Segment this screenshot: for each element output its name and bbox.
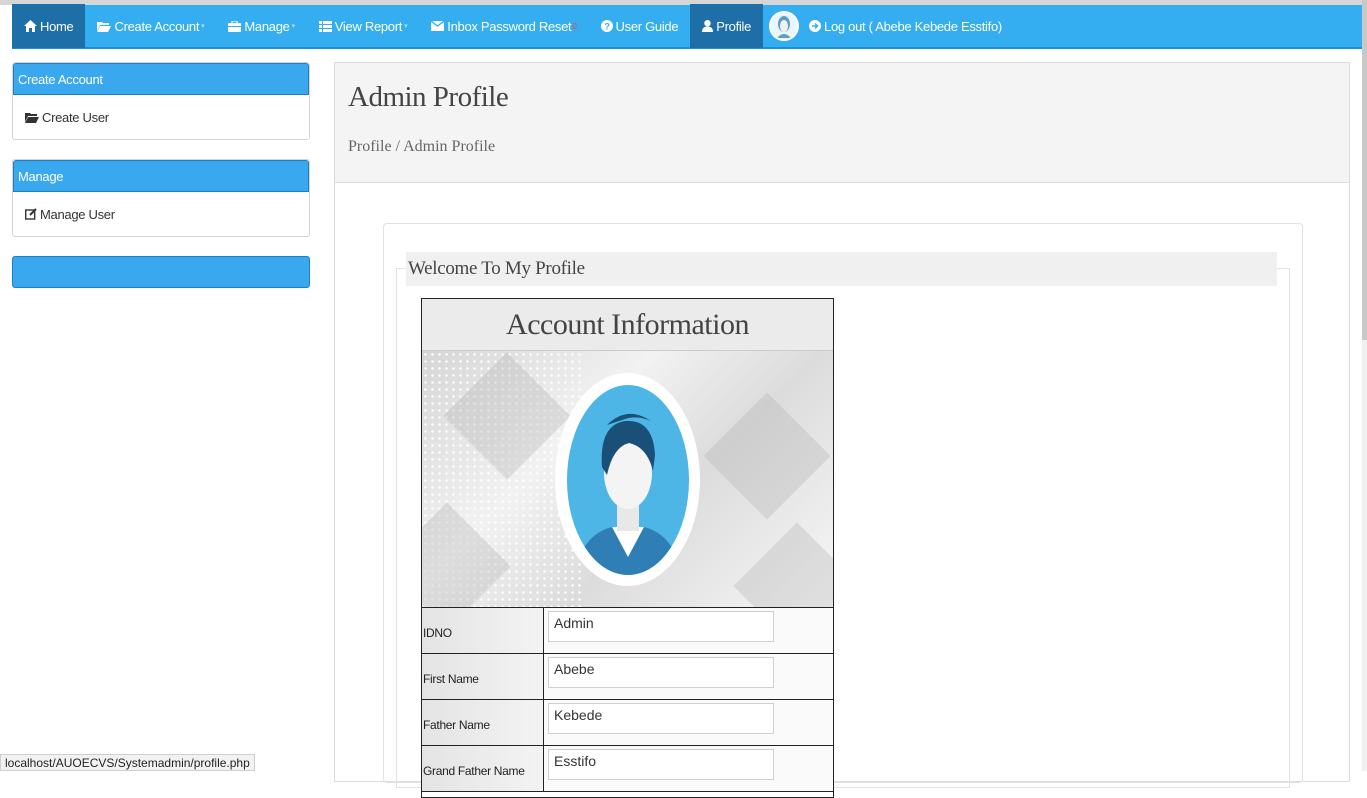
page-title: Admin Profile — [348, 81, 509, 113]
sidebar-item-label: Manage User — [40, 206, 115, 222]
question-circle-icon: ? — [600, 20, 613, 32]
nav-user-guide[interactable]: ? User Guide — [589, 4, 691, 48]
page-scrollbar[interactable] — [1362, 0, 1367, 771]
nav-create-account-label: Create Account — [114, 18, 200, 34]
svg-text:?: ? — [604, 22, 609, 32]
diamond-decoration — [703, 392, 831, 520]
briefcase-icon — [228, 20, 242, 32]
chevron-down-icon: ▾ — [201, 23, 205, 30]
diamond-decoration — [733, 522, 833, 607]
folder-open-icon — [97, 21, 112, 32]
field-label: First Name — [422, 654, 544, 699]
main-content: Admin Profile Profile / Admin Profile We… — [334, 62, 1350, 798]
edit-icon — [25, 208, 37, 220]
envelope-icon — [431, 21, 445, 31]
profile-photo-cell — [422, 351, 833, 608]
user-icon — [702, 20, 714, 32]
logout-icon — [809, 20, 822, 32]
idno-field[interactable] — [548, 611, 774, 642]
chevron-down-icon: ▾ — [404, 23, 408, 30]
sidebar-panel-create-account: Create Account Create User — [12, 62, 310, 140]
avatar[interactable] — [769, 11, 800, 41]
profile-photo — [555, 373, 700, 586]
status-bar-url: localhost/AUOECVS/Systemadmin/profile.ph… — [0, 754, 255, 771]
table-row: Grand Father Name — [422, 746, 833, 792]
table-row: First Name — [422, 654, 833, 700]
grand-father-name-field[interactable] — [548, 749, 774, 780]
nav-logout-label: Log out ( Abebe Kebede Esstifo) — [824, 18, 1002, 34]
nav-manage-label: Manage — [244, 18, 290, 34]
nav-profile[interactable]: Profile — [690, 4, 764, 48]
nav-user-guide-label: User Guide — [615, 18, 679, 34]
nav-home[interactable]: Home — [12, 4, 86, 48]
sidebar-panel-empty[interactable] — [12, 256, 310, 288]
sidebar-item-create-user[interactable]: Create User — [13, 95, 309, 139]
chevron-down-icon: ▾ — [291, 23, 296, 30]
nav-view-report[interactable]: View Report ▾ — [307, 4, 420, 48]
field-label: IDNO — [422, 608, 544, 653]
sidebar-item-label: Create User — [42, 109, 109, 125]
table-row: Father Name — [422, 700, 833, 746]
scrollbar-thumb[interactable] — [1362, 0, 1367, 340]
list-icon — [318, 20, 332, 32]
sidebar-item-manage-user[interactable]: Manage User — [13, 192, 309, 236]
nav-logout[interactable]: Log out ( Abebe Kebede Esstifo) — [805, 4, 1014, 48]
nav-profile-label: Profile — [716, 18, 752, 34]
nav-home-label: Home — [40, 18, 74, 34]
welcome-legend: Welcome To My Profile — [406, 252, 1277, 286]
top-navbar: Home Create Account ▾ Manage ▾ View Repo… — [12, 4, 1362, 49]
sidebar-header-manage[interactable]: Manage — [13, 160, 309, 192]
nav-create-account[interactable]: Create Account ▾ — [85, 4, 216, 48]
first-name-field[interactable] — [548, 657, 774, 688]
sidebar-panel-manage: Manage Manage User — [12, 159, 310, 237]
account-information-table: Account Information IDNO Admin First Nam… — [421, 298, 834, 798]
father-name-field[interactable] — [548, 703, 774, 734]
home-icon — [24, 20, 37, 32]
nav-inbox-password-reset-label: Inbox Password Reset — [447, 18, 572, 34]
field-label: Father Name — [422, 700, 544, 745]
user-avatar-icon — [566, 384, 689, 575]
inbox-count-badge: 0 — [572, 21, 577, 31]
account-information-title: Account Information — [422, 299, 833, 351]
table-row: IDNO — [422, 608, 833, 654]
nav-inbox-password-reset[interactable]: Inbox Password Reset 0 — [419, 4, 588, 48]
nav-view-report-label: View Report — [334, 18, 403, 34]
sidebar-header-create-account[interactable]: Create Account — [13, 63, 309, 95]
folder-open-icon — [25, 112, 39, 123]
nav-manage[interactable]: Manage ▾ — [216, 4, 306, 48]
breadcrumb: Profile / Admin Profile — [348, 138, 496, 155]
field-label: Grand Father Name — [422, 746, 544, 791]
page-header: Admin Profile Profile / Admin Profile — [335, 63, 1349, 183]
